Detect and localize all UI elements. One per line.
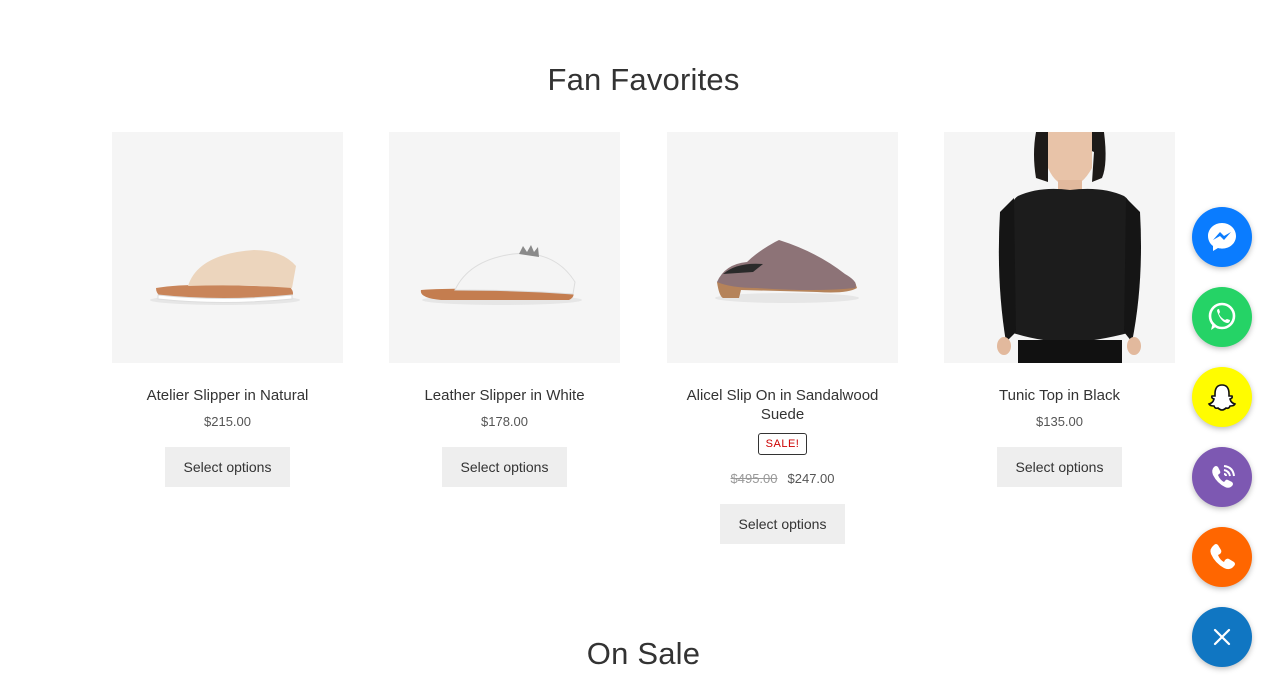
on-sale-title: On Sale [586, 636, 701, 671]
messenger-icon [1208, 223, 1236, 251]
sale-badge: SALE! [757, 433, 808, 455]
select-options-button[interactable]: Select options [165, 447, 290, 487]
fan-favorites-title: Fan Favorites [547, 62, 740, 97]
original-price: $495.00 [730, 471, 778, 486]
product-image-slipper-natural[interactable] [112, 132, 343, 363]
product-price: $178.00 [481, 414, 528, 429]
product-image-slipper-white[interactable] [389, 132, 620, 363]
phone-icon [1210, 544, 1235, 570]
product-name[interactable]: Tunic Top in Black [944, 386, 1175, 405]
select-options-button[interactable]: Select options [997, 447, 1122, 487]
product-card: Tunic Top in Black $135.00 Select option… [944, 132, 1175, 487]
product-card: Leather Slipper in White $178.00 Select … [389, 132, 620, 487]
product-price: $215.00 [204, 414, 251, 429]
close-contact-button[interactable] [1192, 607, 1252, 667]
product-image-slip-on-sandalwood[interactable] [667, 132, 898, 363]
product-price: $135.00 [1036, 414, 1083, 429]
whatsapp-icon [1208, 302, 1236, 330]
product-card: Alicel Slip On in Sandalwood Suede SALE!… [667, 132, 898, 544]
snapchat-button[interactable] [1192, 367, 1252, 427]
snapchat-icon [1207, 384, 1237, 411]
close-icon [1213, 628, 1231, 646]
product-name[interactable]: Alicel Slip On in Sandalwood Suede [667, 386, 898, 424]
messenger-button[interactable] [1192, 207, 1252, 267]
select-options-button[interactable]: Select options [442, 447, 567, 487]
product-image-tunic-black[interactable] [944, 132, 1175, 363]
product-card: Atelier Slipper in Natural $215.00 Selec… [112, 132, 343, 487]
phone-button[interactable] [1192, 527, 1252, 587]
viber-button[interactable] [1192, 447, 1252, 507]
select-options-button[interactable]: Select options [720, 504, 845, 544]
whatsapp-button[interactable] [1192, 287, 1252, 347]
viber-icon [1212, 465, 1235, 488]
product-name[interactable]: Leather Slipper in White [389, 386, 620, 405]
product-price: $247.00 [787, 471, 835, 486]
product-name[interactable]: Atelier Slipper in Natural [112, 386, 343, 405]
